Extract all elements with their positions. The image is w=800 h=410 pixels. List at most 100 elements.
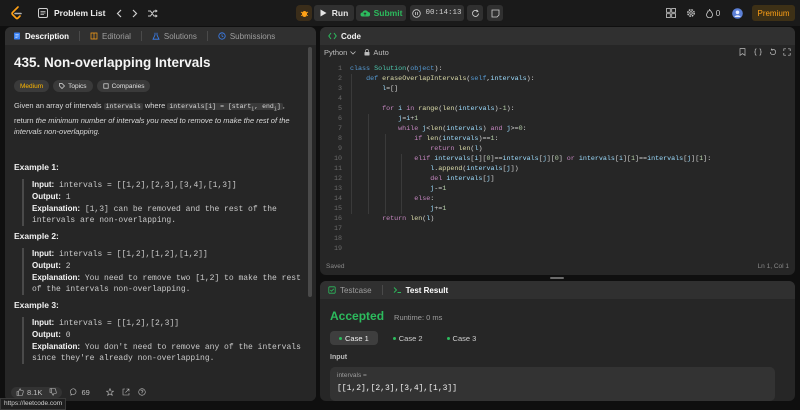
tab-solutions[interactable]: Solutions <box>152 32 197 41</box>
code-line[interactable]: 4 <box>320 94 780 104</box>
code-line[interactable]: 1 class Solution(object): <box>320 64 780 74</box>
tab-description[interactable]: Description <box>13 32 69 41</box>
code-line[interactable]: 10 elif intervals[i][0]==intervals[j][0]… <box>320 154 780 164</box>
result-panel: Testcase Test Result Accepted Runtime: 0… <box>320 281 795 401</box>
example-body: Input: intervals = [[1,2],[2,3]] Output:… <box>22 317 309 364</box>
help-icon[interactable] <box>138 388 146 396</box>
comments-button[interactable]: 69 <box>70 388 90 397</box>
code-line[interactable]: 11 l.append(intervals[j]) <box>320 164 780 174</box>
code-line[interactable]: 6 j=i+1 <box>320 114 780 124</box>
bookmark-icon[interactable] <box>739 48 746 56</box>
companies-pill[interactable]: Companies <box>96 80 151 92</box>
explanation-label: Explanation: <box>32 342 81 351</box>
code-tab[interactable]: Code <box>328 32 361 41</box>
code-line[interactable]: 5 for i in range(len(intervals)-1): <box>320 104 780 114</box>
desc-text: Given an array of intervals <box>14 101 102 110</box>
code-text: class Solution(object): <box>350 65 443 73</box>
code-tab-label: Code <box>341 31 361 41</box>
problem-list-icon[interactable] <box>37 0 49 26</box>
notes-button[interactable] <box>487 5 503 21</box>
code-line[interactable]: 3 l=[] <box>320 84 780 94</box>
code-line[interactable]: 16 return len(l) <box>320 214 780 224</box>
tab-test-result[interactable]: Test Result <box>393 286 448 295</box>
code-text: else: <box>414 195 435 203</box>
streak-counter[interactable]: 0 <box>703 0 723 26</box>
code-text: return len(l) <box>382 215 435 223</box>
debug-button[interactable] <box>296 5 312 21</box>
refresh-icon <box>471 9 479 17</box>
example-body: Input: intervals = [[1,2],[2,3],[3,4],[1… <box>22 179 309 226</box>
case-tab-1[interactable]: Case 1 <box>330 331 378 345</box>
code-line[interactable]: 13 j-=1 <box>320 184 780 194</box>
example-title: Example 2: <box>14 231 59 241</box>
format-braces-icon[interactable] <box>754 48 762 56</box>
like-button[interactable]: 8.1K <box>11 386 63 398</box>
cloud-upload-icon <box>360 10 370 17</box>
code-line[interactable]: 7 while j<len(intervals) and j>=0: <box>320 124 780 134</box>
run-button[interactable]: Run <box>314 5 354 21</box>
code-text: j-=1 <box>430 185 447 193</box>
streak-count: 0 <box>715 8 721 18</box>
line-number: 10 <box>333 155 342 163</box>
timer-widget[interactable]: 00:14:13 <box>410 5 464 21</box>
tab-testcase[interactable]: Testcase <box>328 286 372 295</box>
like-count: 8.1K <box>27 387 43 397</box>
description-scrollbar[interactable] <box>308 47 312 297</box>
layout-grid-icon[interactable] <box>664 0 678 26</box>
code-editor[interactable]: 1 class Solution(object): 2 def eraseOverl… <box>320 64 795 253</box>
code-line[interactable]: 9 return len(l) <box>320 144 780 154</box>
case-label: Case 2 <box>398 333 423 343</box>
share-icon[interactable] <box>122 388 130 396</box>
difficulty-badge[interactable]: Medium <box>14 80 50 92</box>
example-output: 1 <box>65 193 71 202</box>
code-line[interactable]: 14 else: <box>320 194 780 204</box>
code-line[interactable]: 15 j+=1 <box>320 204 780 214</box>
save-status: Saved <box>326 263 345 270</box>
code-line[interactable]: 19 <box>320 244 780 254</box>
tab-editorial[interactable]: Editorial <box>90 32 131 41</box>
line-number: 19 <box>333 245 342 253</box>
shuffle-icon[interactable] <box>145 0 159 26</box>
note-icon <box>491 9 499 17</box>
resize-handle[interactable] <box>550 277 564 279</box>
topics-pill[interactable]: Topics <box>53 80 93 92</box>
star-icon[interactable] <box>105 388 114 396</box>
tab-submissions[interactable]: Submissions <box>218 32 275 41</box>
line-number: 15 <box>333 205 342 213</box>
code-text: return len(l) <box>430 145 483 153</box>
line-number: 14 <box>333 195 342 203</box>
expand-icon[interactable] <box>783 48 791 56</box>
explanation-label: Explanation: <box>32 204 81 213</box>
reset-timer-button[interactable] <box>467 5 483 21</box>
line-number: 3 <box>337 85 342 93</box>
code-line[interactable]: 8 if len(intervals)==1: <box>320 134 780 144</box>
desc-emphasis: the minimum number of intervals you need… <box>14 116 290 137</box>
editor-toolbar: Python Auto <box>320 45 795 60</box>
leetcode-logo-icon[interactable] <box>8 0 24 26</box>
reset-code-icon[interactable] <box>769 48 777 56</box>
lock-icon <box>364 49 370 56</box>
result-summary: Accepted Runtime: 0 ms <box>330 309 442 323</box>
example-3: Example 3: Input: intervals = [[1,2],[2,… <box>14 300 309 364</box>
code-text: elif intervals[i][0]==intervals[j][0] or… <box>414 155 712 163</box>
next-problem-icon[interactable] <box>129 0 141 26</box>
tab-submissions-label: Submissions <box>229 31 276 41</box>
language-select[interactable]: Python <box>324 48 357 57</box>
code-text: j=i+1 <box>398 115 419 123</box>
code-line[interactable]: 12 del intervals[j] <box>320 174 780 184</box>
avatar[interactable] <box>731 0 743 26</box>
code-line[interactable]: 18 <box>320 234 780 244</box>
code-line[interactable]: 17 <box>320 224 780 234</box>
code-line[interactable]: 2 def eraseOverlapIntervals(self,interva… <box>320 74 780 84</box>
settings-gear-icon[interactable] <box>684 0 698 26</box>
auto-mode-toggle[interactable]: Auto <box>364 48 389 57</box>
desc-code-part: intervals[i] = [start <box>169 103 252 110</box>
submit-button[interactable]: Submit <box>356 5 406 21</box>
case-tab-2[interactable]: Case 2 <box>384 331 432 345</box>
example-input: intervals = [[1,2],[2,3]] <box>59 319 180 328</box>
case-tab-3[interactable]: Case 3 <box>438 331 486 345</box>
tab-description-label: Description <box>25 31 70 41</box>
editor-status: Saved Ln 1, Col 1 <box>320 261 795 275</box>
prev-problem-icon[interactable] <box>113 0 125 26</box>
premium-button[interactable]: Premium <box>752 5 795 21</box>
